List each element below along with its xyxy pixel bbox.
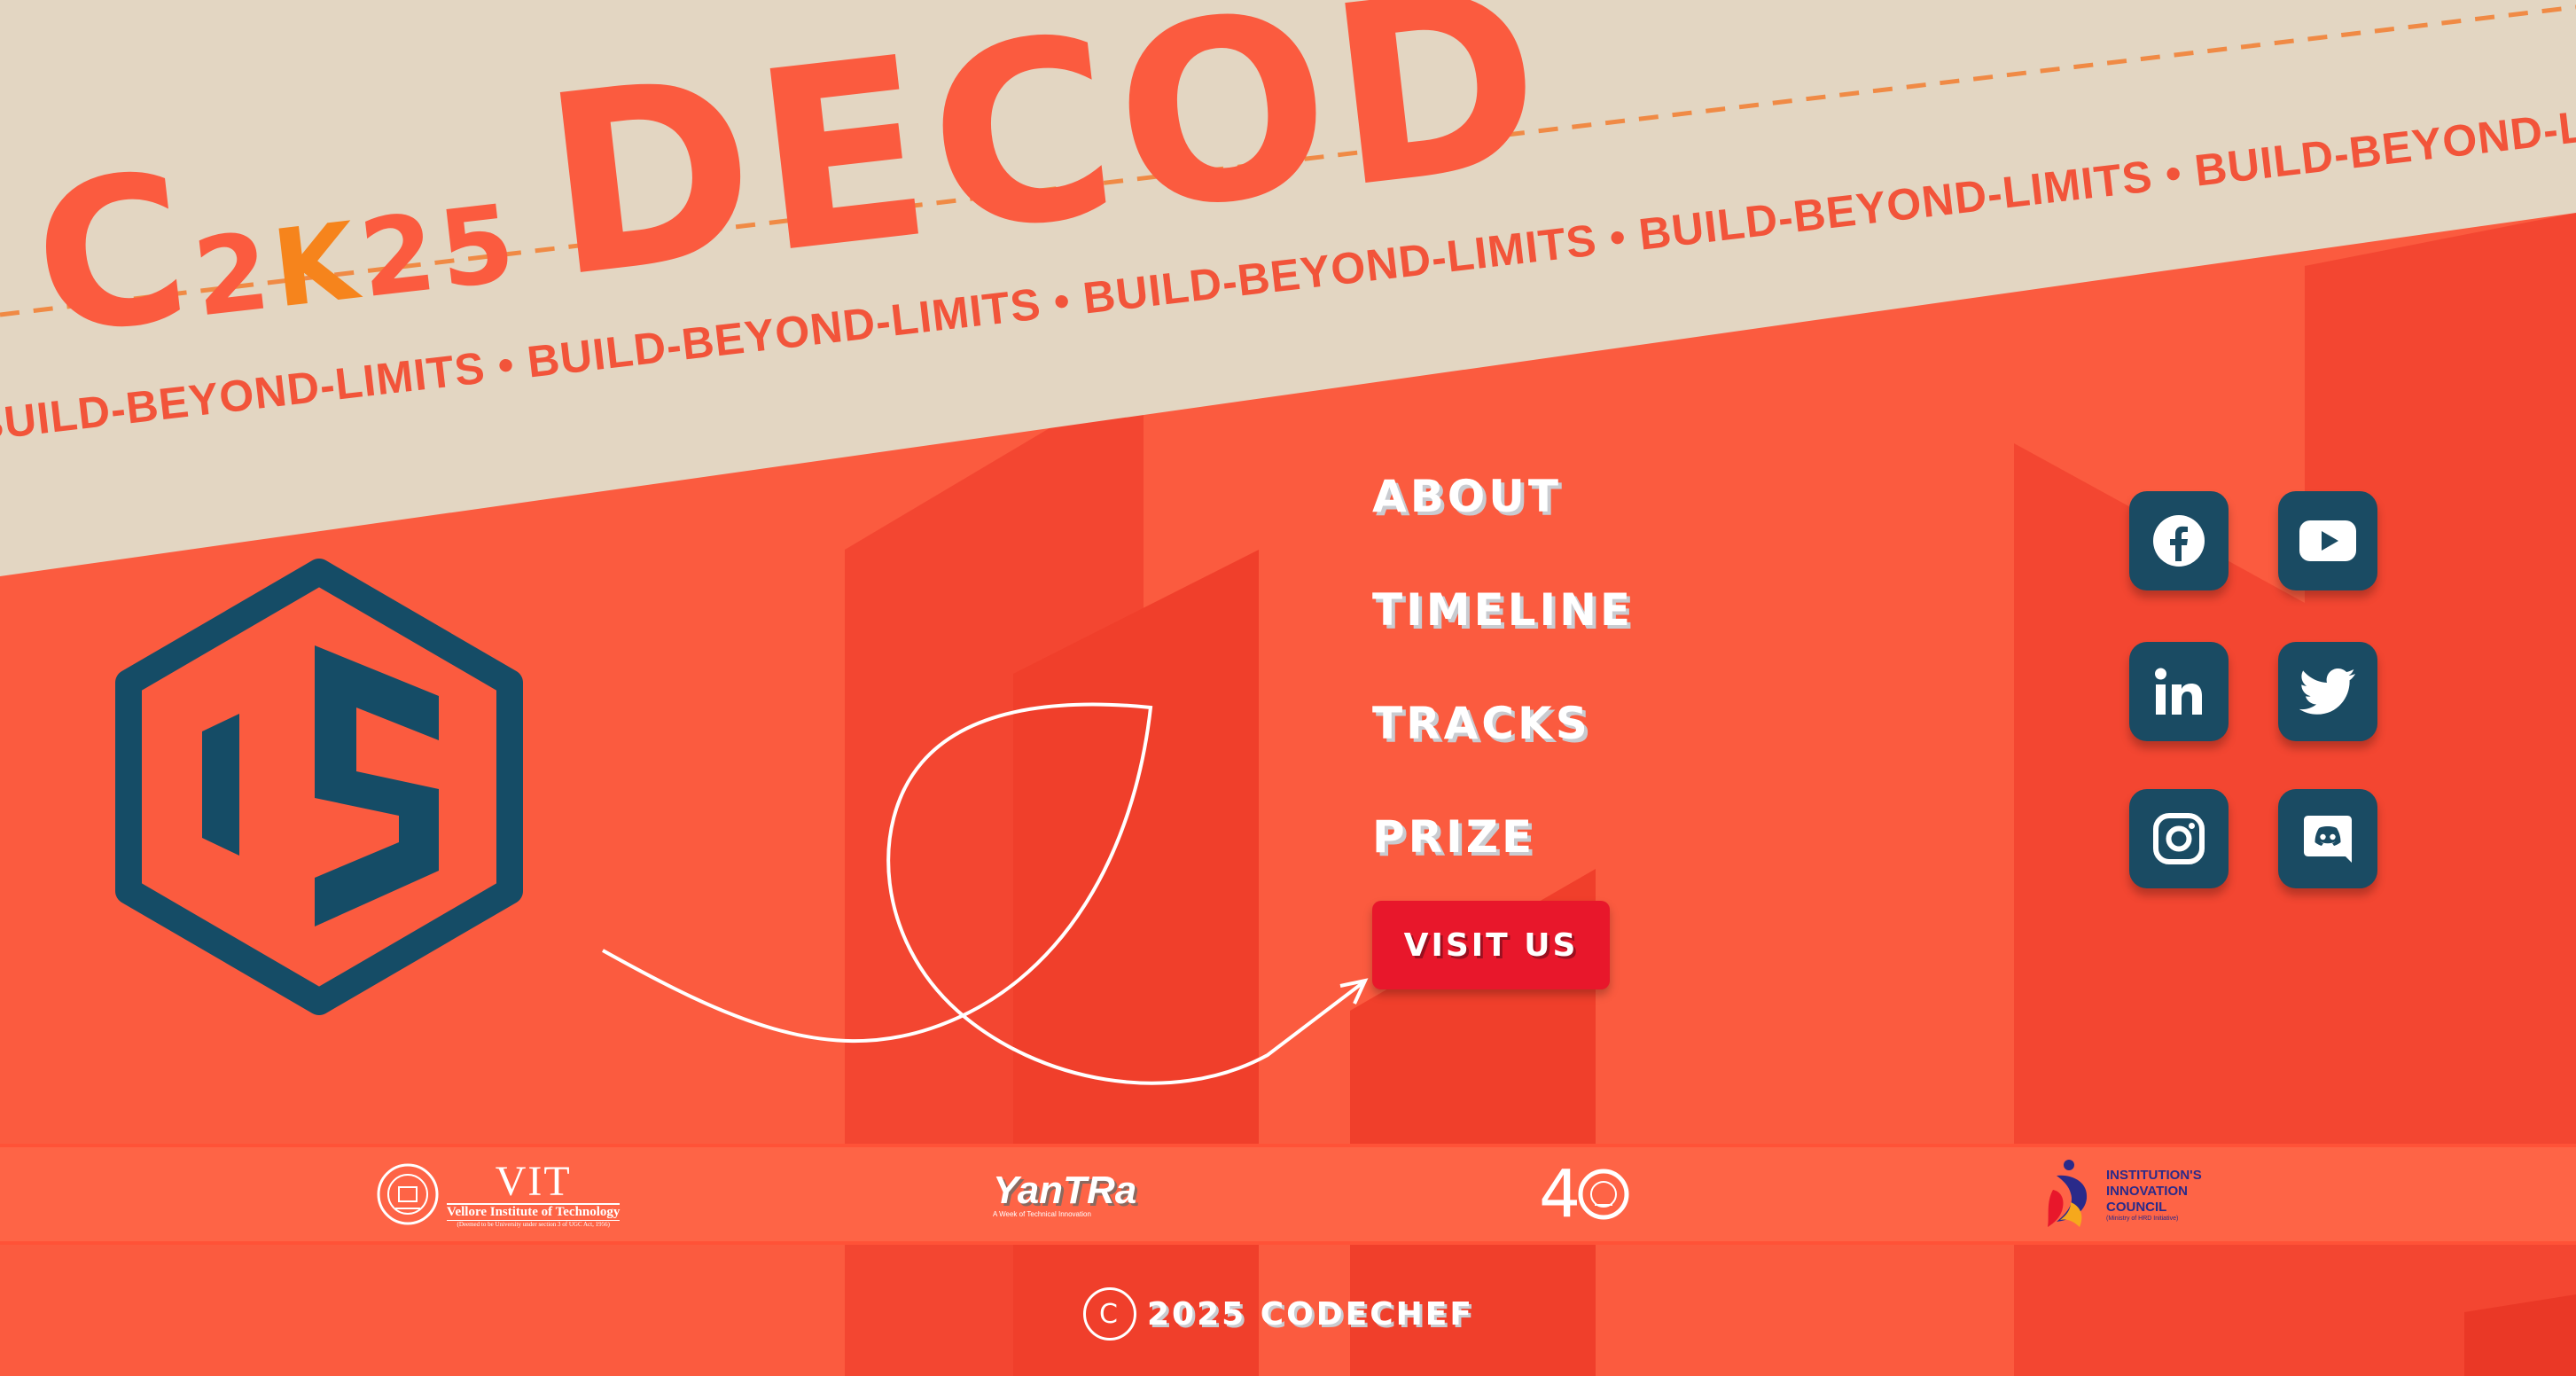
nav-timeline[interactable]: TIMELINE <box>1372 575 1634 688</box>
footer-nav: ABOUT TIMELINE TRACKS PRIZE <box>1372 461 1634 915</box>
facebook-icon <box>2153 515 2205 567</box>
footer-copyright: C 2025 CODECHEF <box>1083 1287 1474 1341</box>
hero-title-k: K <box>266 199 369 332</box>
yantra-subtitle: A Week of Technical Innovation <box>993 1209 1091 1218</box>
vit-seal-icon <box>377 1163 439 1225</box>
nav-prize[interactable]: PRIZE <box>1372 801 1634 915</box>
nav-about[interactable]: ABOUT <box>1372 461 1634 575</box>
bg-building-mid <box>1013 550 1259 1376</box>
hero-title-25: 25 <box>354 181 526 323</box>
instagram-icon <box>2153 813 2205 864</box>
iic-emblem-icon <box>2048 1160 2088 1227</box>
linkedin-icon <box>2155 668 2202 715</box>
forty-years-logo: 4 <box>1539 1147 1632 1241</box>
iic-line-4: (Ministry of HRD Initiative) <box>2106 1215 2179 1222</box>
discord-link[interactable] <box>2278 789 2377 888</box>
forty-digit: 4 <box>1539 1156 1581 1232</box>
vit-subtitle: (Deemed to be University under section 3… <box>457 1221 610 1228</box>
vit-name: VIT <box>495 1158 572 1205</box>
twitter-link[interactable] <box>2278 642 2377 741</box>
vit-full-name: Vellore Institute of Technology <box>447 1203 621 1221</box>
facebook-link[interactable] <box>2129 491 2229 590</box>
instagram-link[interactable] <box>2129 789 2229 888</box>
linkedin-link[interactable] <box>2129 642 2229 741</box>
yantra-logo: YanTRa A Week of Technical Innovation <box>993 1147 1136 1241</box>
hero-title-c: C <box>23 129 205 382</box>
yantra-name: YanTRa <box>993 1168 1137 1212</box>
nav-tracks[interactable]: TRACKS <box>1372 688 1634 801</box>
logo-s-shape <box>315 645 439 926</box>
iic-line-1: INSTITUTION'S <box>2106 1167 2202 1183</box>
codechef-hex-logo <box>115 559 523 1015</box>
youtube-icon <box>2299 520 2356 561</box>
vit-logo: VIT Vellore Institute of Technology (Dee… <box>376 1147 621 1241</box>
youtube-link[interactable] <box>2278 491 2377 590</box>
copyright-text: 2025 CODECHEF <box>1147 1295 1474 1333</box>
hero-title-2: 2 <box>188 209 281 341</box>
page: C2K25DECOD • BUILD-BEYOND-LIMITS • BUILD… <box>0 0 2576 1376</box>
forty-zero-emblem-icon <box>1578 1169 1629 1220</box>
iic-line-2: INNOVATION <box>2106 1183 2188 1199</box>
twitter-icon <box>2299 668 2355 715</box>
iic-logo: INSTITUTION'S INNOVATION COUNCIL (Minist… <box>2044 1147 2202 1241</box>
discord-icon <box>2304 816 2352 863</box>
iic-line-3: COUNCIL <box>2106 1199 2167 1215</box>
partners-band: VIT Vellore Institute of Technology (Dee… <box>0 1144 2576 1245</box>
copyright-icon: C <box>1083 1287 1136 1341</box>
logo-bar-left <box>202 714 239 856</box>
visit-us-button[interactable]: VISIT US <box>1372 901 1610 989</box>
